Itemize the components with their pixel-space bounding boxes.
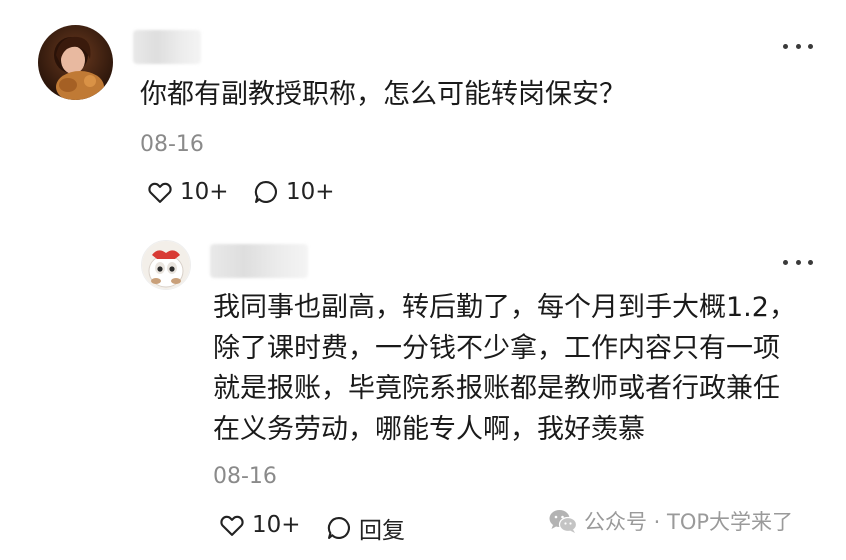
reply-date: 08-16 — [213, 464, 277, 489]
more-dot — [808, 43, 813, 49]
watermark: 公众号 · TOP大学来了 — [548, 506, 793, 536]
reply-text-line: 在义务劳动，哪能专人啊，我好羡慕 — [213, 413, 645, 445]
like-count: 10+ — [180, 179, 229, 205]
reply-like-button[interactable]: 10+ — [218, 511, 301, 539]
more-dot — [795, 43, 801, 49]
replier-name-blurred — [210, 244, 308, 278]
reply-count: 10+ — [286, 179, 335, 205]
heart-icon — [148, 182, 172, 203]
comment-reply-count-button[interactable]: 10+ — [252, 178, 335, 206]
comment-more-button[interactable] — [783, 40, 813, 52]
wechat-icon — [549, 510, 578, 533]
replier-avatar[interactable] — [141, 240, 191, 290]
comment-text: 你都有副教授职称，怎么可能转岗保安？ — [140, 79, 626, 110]
reply-text: 我同事也副高，转后勤了，每个月到手大概1.2， 除了课时费，一分钱不少拿，工作内… — [213, 288, 796, 450]
reply-text-line: 我同事也副高，转后勤了，每个月到手大概1.2， — [213, 292, 796, 323]
reply-text-line: 除了课时费，一分钱不少拿，工作内容只有一项 — [213, 332, 780, 364]
reply-more-button[interactable] — [783, 256, 813, 268]
more-dot — [783, 43, 788, 49]
like-count: 10+ — [252, 512, 301, 538]
reply-text-line: 就是报账，毕竟院系报账都是教师或者行政兼任 — [213, 373, 780, 404]
user-photo-avatar-icon — [38, 25, 113, 100]
watermark-text: 公众号 · TOP大学来了 — [584, 510, 794, 534]
commenter-name-blurred — [133, 30, 201, 64]
speech-bubble-icon — [254, 181, 277, 203]
cartoon-avatar-icon — [142, 241, 190, 289]
reply-label: 回复 — [359, 518, 405, 544]
commenter-avatar[interactable] — [38, 25, 113, 100]
more-dot — [795, 259, 801, 265]
reply-button[interactable]: 回复 — [325, 511, 405, 545]
more-dot — [808, 259, 813, 265]
heart-icon — [220, 515, 244, 536]
more-dot — [783, 259, 788, 265]
comment-date: 08-16 — [140, 132, 204, 157]
comment-like-button[interactable]: 10+ — [146, 178, 229, 206]
speech-bubble-icon — [327, 517, 350, 539]
